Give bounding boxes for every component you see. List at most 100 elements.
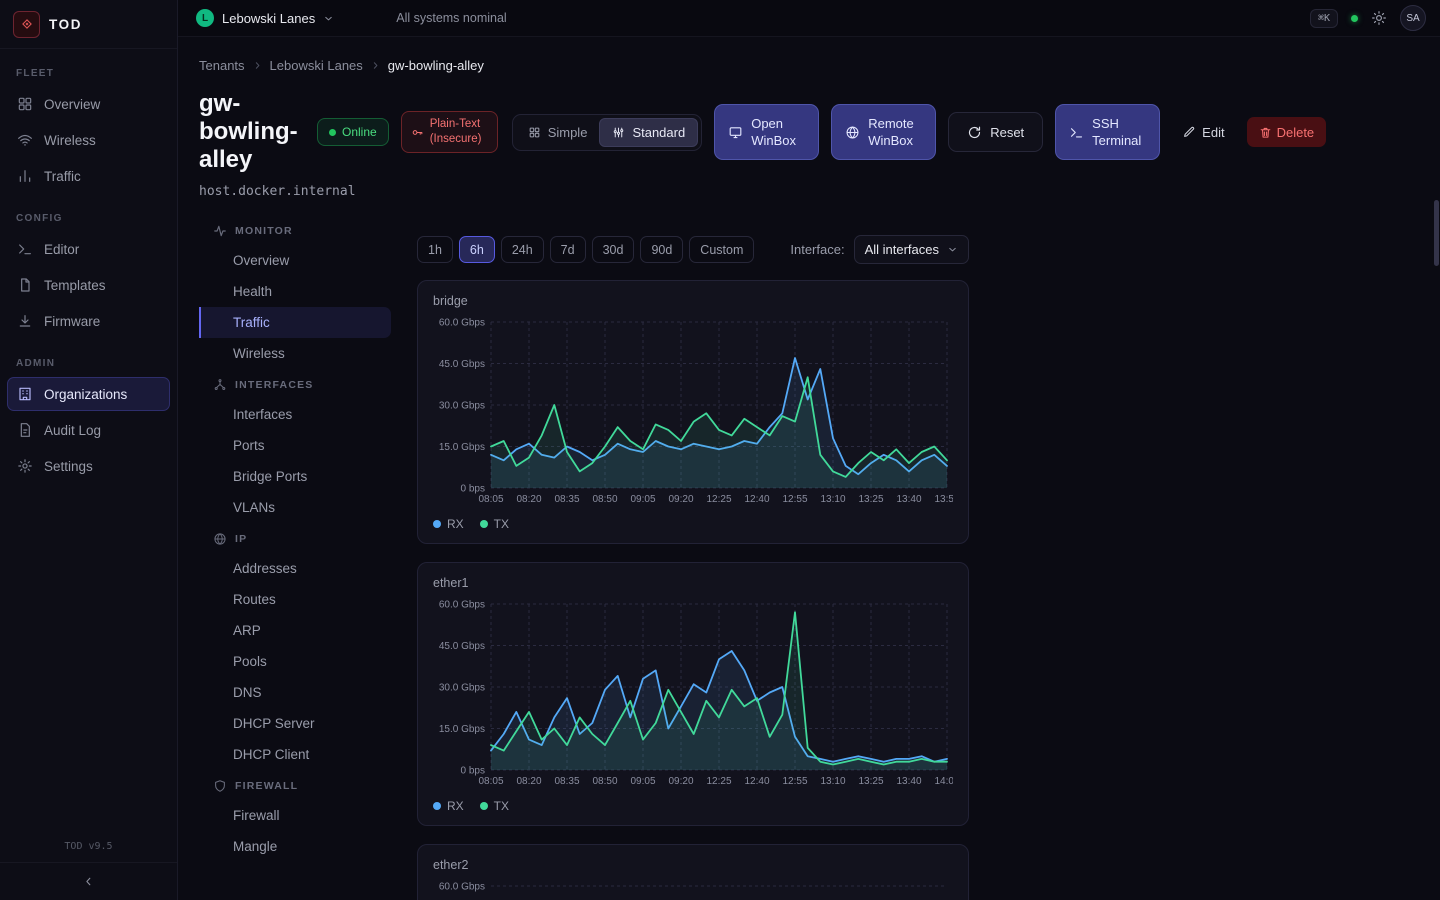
subnav-item-arp[interactable]: ARP xyxy=(199,615,391,646)
sidebar-item-settings[interactable]: Settings xyxy=(7,449,170,483)
terminal-icon xyxy=(17,241,33,257)
open-winbox-button[interactable]: Open WinBox xyxy=(714,104,819,160)
app-version: TOD v9.5 xyxy=(0,841,177,862)
shield-icon xyxy=(213,779,227,793)
interface-label: Interface: xyxy=(790,242,844,257)
app-logo[interactable]: TOD xyxy=(0,0,177,49)
delete-button[interactable]: Delete xyxy=(1247,117,1327,147)
sidebar-item-label: Templates xyxy=(44,278,106,293)
interface-select-value: All interfaces xyxy=(865,242,939,257)
breadcrumb-tenant[interactable]: Lebowski Lanes xyxy=(270,58,363,73)
device-body: MONITOR Overview Health Traffic Wireless… xyxy=(199,215,1416,900)
svg-text:13:40: 13:40 xyxy=(896,494,921,505)
user-avatar[interactable]: SA xyxy=(1400,5,1426,31)
chart-controls: 1h 6h 24h 7d 30d 90d Custom Interface: A… xyxy=(417,235,969,264)
subnav-item-wireless[interactable]: Wireless xyxy=(199,338,391,369)
mode-simple-button[interactable]: Simple xyxy=(516,118,600,147)
svg-text:12:40: 12:40 xyxy=(744,494,769,505)
remote-winbox-button[interactable]: Remote WinBox xyxy=(831,104,936,160)
legend-item-rx: RX xyxy=(433,799,464,813)
edit-button[interactable]: Edit xyxy=(1172,119,1234,146)
svg-text:08:35: 08:35 xyxy=(554,494,579,505)
sidebar-item-label: Wireless xyxy=(44,133,96,148)
range-90d-button[interactable]: 90d xyxy=(640,236,683,263)
bridge-traffic-chart: 60.0 Gbps45.0 Gbps30.0 Gbps15.0 Gbps0 bp… xyxy=(433,314,953,513)
range-custom-button[interactable]: Custom xyxy=(689,236,754,263)
legend-label: RX xyxy=(447,799,464,813)
svg-text:0 bps: 0 bps xyxy=(461,766,485,777)
device-host: host.docker.internal xyxy=(199,184,1416,199)
command-palette-shortcut[interactable]: ⌘K xyxy=(1310,9,1338,28)
sidebar-item-overview[interactable]: Overview xyxy=(7,87,170,121)
download-icon xyxy=(17,313,33,329)
subnav-item-mangle[interactable]: Mangle xyxy=(199,831,391,862)
legend-label: TX xyxy=(494,799,509,813)
insecure-badge-label: Plain-Text (Insecure) xyxy=(430,117,488,147)
svg-text:13:10: 13:10 xyxy=(820,776,845,787)
sidebar-item-audit-log[interactable]: Audit Log xyxy=(7,413,170,447)
bar-chart-icon xyxy=(17,168,33,184)
range-30d-button[interactable]: 30d xyxy=(592,236,635,263)
tx-dot xyxy=(480,520,488,528)
range-7d-button[interactable]: 7d xyxy=(550,236,586,263)
chart-title: ether1 xyxy=(433,576,953,590)
scrollbar-thumb[interactable] xyxy=(1434,200,1439,266)
subnav-item-dns[interactable]: DNS xyxy=(199,677,391,708)
edit-label: Edit xyxy=(1202,125,1224,140)
range-6h-button[interactable]: 6h xyxy=(459,236,495,263)
online-status-badge: Online xyxy=(317,118,389,146)
subnav-item-traffic[interactable]: Traffic xyxy=(199,307,391,338)
mode-standard-button[interactable]: Standard xyxy=(599,118,698,147)
insecure-badge: Plain-Text (Insecure) xyxy=(401,111,498,153)
sidebar-item-templates[interactable]: Templates xyxy=(7,268,170,302)
breadcrumb-tenants[interactable]: Tenants xyxy=(199,58,245,73)
chevron-left-icon xyxy=(82,875,95,888)
legend-item-rx: RX xyxy=(433,517,464,531)
theme-toggle-button[interactable] xyxy=(1371,10,1387,26)
sidebar-item-organizations[interactable]: Organizations xyxy=(7,377,170,411)
subnav-item-ports[interactable]: Ports xyxy=(199,430,391,461)
sidebar-item-label: Editor xyxy=(44,242,79,257)
document-icon xyxy=(17,422,33,438)
interface-select[interactable]: All interfaces xyxy=(854,235,969,264)
subnav-item-dhcp-server[interactable]: DHCP Server xyxy=(199,708,391,739)
sidebar-item-wireless[interactable]: Wireless xyxy=(7,123,170,157)
range-24h-button[interactable]: 24h xyxy=(501,236,544,263)
legend-item-tx: TX xyxy=(480,517,509,531)
interface-filter: Interface: All interfaces xyxy=(790,235,969,264)
subnav-item-firewall[interactable]: Firewall xyxy=(199,800,391,831)
sidebar-item-editor[interactable]: Editor xyxy=(7,232,170,266)
tenant-name: Lebowski Lanes xyxy=(222,11,315,26)
grid-icon xyxy=(17,96,33,112)
chart-card-bridge: bridge 60.0 Gbps45.0 Gbps30.0 Gbps15.0 G… xyxy=(417,280,969,544)
sidebar: TOD FLEET Overview Wireless Traffic CONF… xyxy=(0,0,178,900)
pencil-icon xyxy=(1182,125,1196,139)
ssh-terminal-label: SSH Terminal xyxy=(1092,115,1146,150)
subnav-item-vlans[interactable]: VLANs xyxy=(199,492,391,523)
sidebar-item-label: Settings xyxy=(44,459,93,474)
svg-text:12:55: 12:55 xyxy=(782,494,807,505)
sidebar-item-firmware[interactable]: Firmware xyxy=(7,304,170,338)
svg-text:60.0 Gbps: 60.0 Gbps xyxy=(439,882,485,893)
svg-text:13:25: 13:25 xyxy=(858,494,883,505)
sidebar-section-config: CONFIG xyxy=(0,194,177,231)
tenant-switcher[interactable]: L Lebowski Lanes xyxy=(196,9,334,27)
reset-button[interactable]: Reset xyxy=(948,112,1043,152)
subnav-item-bridge-ports[interactable]: Bridge Ports xyxy=(199,461,391,492)
subnav-item-addresses[interactable]: Addresses xyxy=(199,553,391,584)
range-1h-button[interactable]: 1h xyxy=(417,236,453,263)
subnav-item-interfaces[interactable]: Interfaces xyxy=(199,399,391,430)
globe-icon xyxy=(213,532,227,546)
sidebar-item-traffic[interactable]: Traffic xyxy=(7,159,170,193)
subnav-item-routes[interactable]: Routes xyxy=(199,584,391,615)
ssh-terminal-button[interactable]: SSH Terminal xyxy=(1055,104,1160,160)
sidebar-collapse-button[interactable] xyxy=(0,862,177,900)
topbar-right: ⌘K SA xyxy=(1310,5,1426,31)
subnav-item-overview[interactable]: Overview xyxy=(199,245,391,276)
legend-label: TX xyxy=(494,517,509,531)
subnav-item-pools[interactable]: Pools xyxy=(199,646,391,677)
svg-text:60.0 Gbps: 60.0 Gbps xyxy=(439,318,485,329)
subnav-item-health[interactable]: Health xyxy=(199,276,391,307)
device-header: gw-bowling-alley Online Plain-Text (Inse… xyxy=(199,90,1416,174)
subnav-item-dhcp-client[interactable]: DHCP Client xyxy=(199,739,391,770)
